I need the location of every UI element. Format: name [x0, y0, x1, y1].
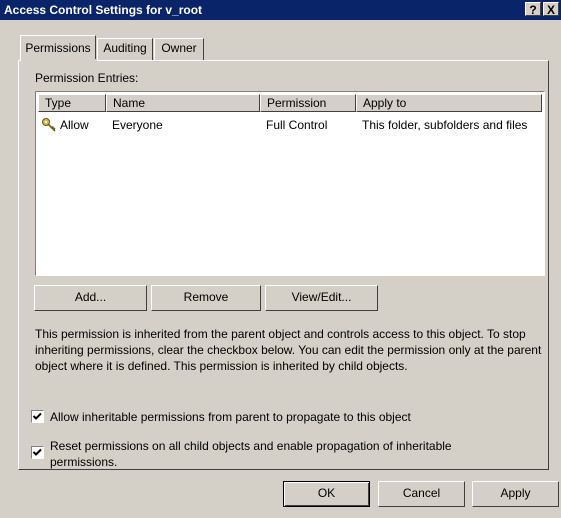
- checkmark-icon: [32, 412, 42, 420]
- add-button[interactable]: Add...: [34, 285, 147, 311]
- checkmark-icon: [32, 448, 42, 456]
- allow-inheritable-label[interactable]: Allow inheritable permissions from paren…: [50, 409, 411, 425]
- window-title: Access Control Settings for v_root: [4, 3, 203, 17]
- inheritance-info-text: This permission is inherited from the pa…: [35, 327, 542, 373]
- allow-inheritable-checkbox[interactable]: [31, 410, 44, 423]
- row-type: Allow: [60, 118, 89, 132]
- help-button[interactable]: ?: [525, 2, 541, 17]
- reset-permissions-checkbox[interactable]: [31, 446, 44, 459]
- view-edit-button[interactable]: View/Edit...: [265, 285, 378, 311]
- column-header-name[interactable]: Name: [106, 94, 260, 112]
- row-permission: Full Control: [266, 118, 328, 132]
- tab-auditing[interactable]: Auditing: [97, 38, 153, 60]
- row-name: Everyone: [112, 118, 163, 132]
- active-tab-joint: [21, 59, 97, 62]
- column-header-permission[interactable]: Permission: [260, 94, 356, 112]
- cancel-button[interactable]: Cancel: [378, 481, 465, 507]
- column-header-apply-to[interactable]: Apply to: [356, 94, 542, 112]
- permission-entries-label: Permission Entries:: [35, 71, 139, 85]
- close-button[interactable]: X: [543, 2, 559, 17]
- reset-permissions-label[interactable]: Reset permissions on all child objects a…: [50, 438, 490, 470]
- row-apply-to: This folder, subfolders and files: [362, 118, 528, 132]
- permission-entries-list[interactable]: Type Name Permission Apply to Allow Ever…: [35, 91, 545, 276]
- table-row[interactable]: Allow Everyone Full Control This folder,…: [38, 116, 542, 134]
- tab-owner[interactable]: Owner: [154, 38, 204, 60]
- ok-button[interactable]: OK: [283, 481, 370, 507]
- column-header-type[interactable]: Type: [38, 94, 106, 112]
- key-icon: [41, 117, 57, 133]
- remove-button[interactable]: Remove: [151, 285, 261, 311]
- tab-permissions[interactable]: Permissions: [20, 35, 96, 61]
- apply-button[interactable]: Apply: [472, 481, 559, 507]
